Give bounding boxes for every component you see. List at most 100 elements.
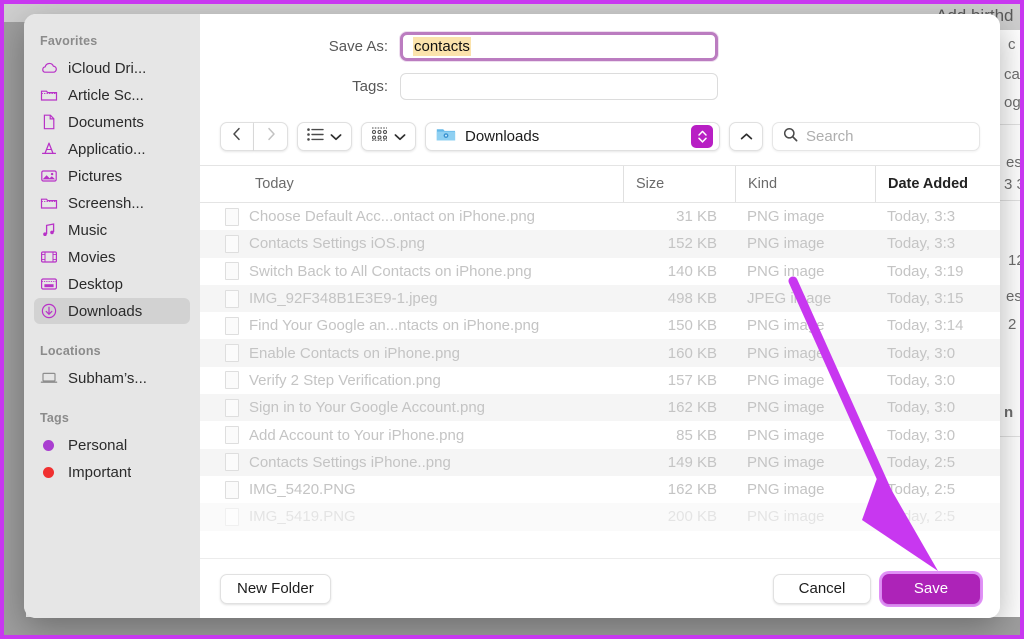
cancel-button[interactable]: Cancel: [773, 574, 871, 604]
table-row[interactable]: IMG_5419.PNG 200 KB PNG image Today, 2:5: [200, 503, 1000, 530]
file-thumbnail-icon: [225, 290, 239, 308]
sidebar-item-label: Important: [68, 464, 131, 481]
file-kind: PNG image: [735, 508, 875, 525]
back-button[interactable]: [220, 122, 254, 151]
dialog-content: Save As: contacts Tags:: [200, 14, 1000, 618]
file-thumbnail-icon: [225, 508, 239, 526]
folder-icon: [40, 194, 58, 212]
background-fragment: c: [1008, 36, 1016, 53]
file-date-added: Today, 3:0: [875, 372, 1000, 389]
blue-folder-icon: [436, 126, 456, 147]
up-down-chevron-icon[interactable]: [691, 125, 713, 148]
forward-button[interactable]: [254, 122, 288, 151]
new-folder-button[interactable]: New Folder: [220, 574, 331, 604]
column-headers[interactable]: Today Size Kind Date Added: [200, 165, 1000, 203]
file-date-added: Today, 2:5: [875, 454, 1000, 471]
column-header-name[interactable]: Today: [200, 166, 623, 202]
file-date-added: Today, 3:0: [875, 345, 1000, 362]
file-name: Enable Contacts on iPhone.png: [249, 345, 460, 362]
sidebar-item-movies[interactable]: Movies: [34, 244, 190, 270]
save-button[interactable]: Save: [882, 574, 980, 604]
sidebar-item-downloads[interactable]: Downloads: [34, 298, 190, 324]
table-row[interactable]: Contacts Settings iOS.png 152 KB PNG ima…: [200, 230, 1000, 257]
search-input[interactable]: Search: [772, 122, 980, 151]
sidebar-item-subhams-mac[interactable]: Subham’s...: [34, 365, 190, 391]
table-row[interactable]: Enable Contacts on iPhone.png 160 KB PNG…: [200, 339, 1000, 366]
file-thumbnail-icon: [225, 371, 239, 389]
view-mode-list-button[interactable]: [297, 122, 352, 151]
chevron-down-icon: [394, 128, 406, 146]
save-as-label: Save As:: [200, 38, 400, 55]
file-name: IMG_92F348B1E3E9-1.jpeg: [249, 290, 437, 307]
file-name: IMG_5419.PNG: [249, 508, 356, 525]
table-row[interactable]: Switch Back to All Contacts on iPhone.pn…: [200, 258, 1000, 285]
column-header-size[interactable]: Size: [623, 166, 735, 202]
view-mode-icon-button[interactable]: [361, 122, 416, 151]
column-header-date-added[interactable]: Date Added: [875, 166, 1000, 202]
go-up-button[interactable]: [729, 122, 763, 151]
file-thumbnail-icon: [225, 426, 239, 444]
file-date-added: Today, 3:3: [875, 235, 1000, 252]
table-row[interactable]: Sign in to Your Google Account.png 162 K…: [200, 394, 1000, 421]
location-label: Downloads: [465, 128, 682, 145]
file-name: Verify 2 Step Verification.png: [249, 372, 441, 389]
music-note-icon: [40, 221, 58, 239]
file-thumbnail-icon: [225, 235, 239, 253]
file-size: 149 KB: [623, 454, 735, 471]
sidebar-item-label: Downloads: [68, 303, 142, 320]
file-list[interactable]: Choose Default Acc...ontact on iPhone.pn…: [200, 203, 1000, 558]
sidebar-item-label: iCloud Dri...: [68, 60, 146, 77]
sidebar-item-pictures[interactable]: Pictures: [34, 163, 190, 189]
file-name: Find Your Google an...ntacts on iPhone.p…: [249, 317, 539, 334]
file-kind: PNG image: [735, 481, 875, 498]
sidebar-item-desktop[interactable]: Desktop: [34, 271, 190, 297]
file-size: 140 KB: [623, 263, 735, 280]
table-row[interactable]: Contacts Settings iPhone..png 149 KB PNG…: [200, 449, 1000, 476]
sidebar-item-documents[interactable]: Documents: [34, 109, 190, 135]
downloads-icon: [40, 302, 58, 320]
column-header-kind[interactable]: Kind: [735, 166, 875, 202]
table-row[interactable]: Choose Default Acc...ontact on iPhone.pn…: [200, 203, 1000, 230]
sidebar-item-screenshots[interactable]: Screensh...: [34, 190, 190, 216]
sidebar-item-tag-important[interactable]: Important: [34, 459, 190, 485]
sidebar-item-label: Screensh...: [68, 195, 144, 212]
navigation-buttons[interactable]: [220, 122, 288, 151]
search-icon: [783, 127, 798, 147]
file-date-added: Today, 3:15: [875, 290, 1000, 307]
tags-input[interactable]: [400, 73, 718, 100]
background-fragment: cal: [1004, 66, 1020, 83]
sidebar-section-favorites-header: Favorites: [24, 28, 200, 54]
sidebar-item-music[interactable]: Music: [34, 217, 190, 243]
sidebar-section-locations-header: Locations: [24, 338, 200, 364]
grid-view-icon: [371, 127, 388, 146]
file-date-added: Today, 2:5: [875, 508, 1000, 525]
file-kind: PNG image: [735, 427, 875, 444]
table-row[interactable]: IMG_92F348B1E3E9-1.jpeg 498 KB JPEG imag…: [200, 285, 1000, 312]
file-name: Sign in to Your Google Account.png: [249, 399, 485, 416]
sidebar-item-label: Music: [68, 222, 107, 239]
sidebar-item-tag-personal[interactable]: Personal: [34, 432, 190, 458]
file-kind: PNG image: [735, 399, 875, 416]
sidebar-item-label: Pictures: [68, 168, 122, 185]
file-size: 160 KB: [623, 345, 735, 362]
sidebar[interactable]: Favorites iCloud Dri... Article Sc... Do…: [24, 14, 200, 618]
table-row[interactable]: Verify 2 Step Verification.png 157 KB PN…: [200, 367, 1000, 394]
file-browser-toolbar: Downloads Search: [200, 122, 1000, 165]
desktop-backdrop-left: [4, 22, 26, 635]
dialog-button-bar: New Folder Cancel Save: [200, 558, 1000, 618]
sidebar-item-article-screenshots[interactable]: Article Sc...: [34, 82, 190, 108]
save-as-input[interactable]: contacts: [400, 32, 718, 61]
tags-row: Tags:: [200, 73, 1000, 100]
table-row[interactable]: Find Your Google an...ntacts on iPhone.p…: [200, 312, 1000, 339]
table-row[interactable]: Add Account to Your iPhone.png 85 KB PNG…: [200, 421, 1000, 448]
file-thumbnail-icon: [225, 208, 239, 226]
list-view-icon: [307, 128, 324, 146]
desktop-icon: [40, 275, 58, 293]
save-dialog: Favorites iCloud Dri... Article Sc... Do…: [24, 14, 1000, 618]
table-row[interactable]: IMG_5420.PNG 162 KB PNG image Today, 2:5: [200, 476, 1000, 503]
file-name: Contacts Settings iPhone..png: [249, 454, 451, 471]
sidebar-item-icloud-drive[interactable]: iCloud Dri...: [34, 55, 190, 81]
location-popup-button[interactable]: Downloads: [425, 122, 720, 151]
file-kind: PNG image: [735, 235, 875, 252]
sidebar-item-applications[interactable]: Applicatio...: [34, 136, 190, 162]
